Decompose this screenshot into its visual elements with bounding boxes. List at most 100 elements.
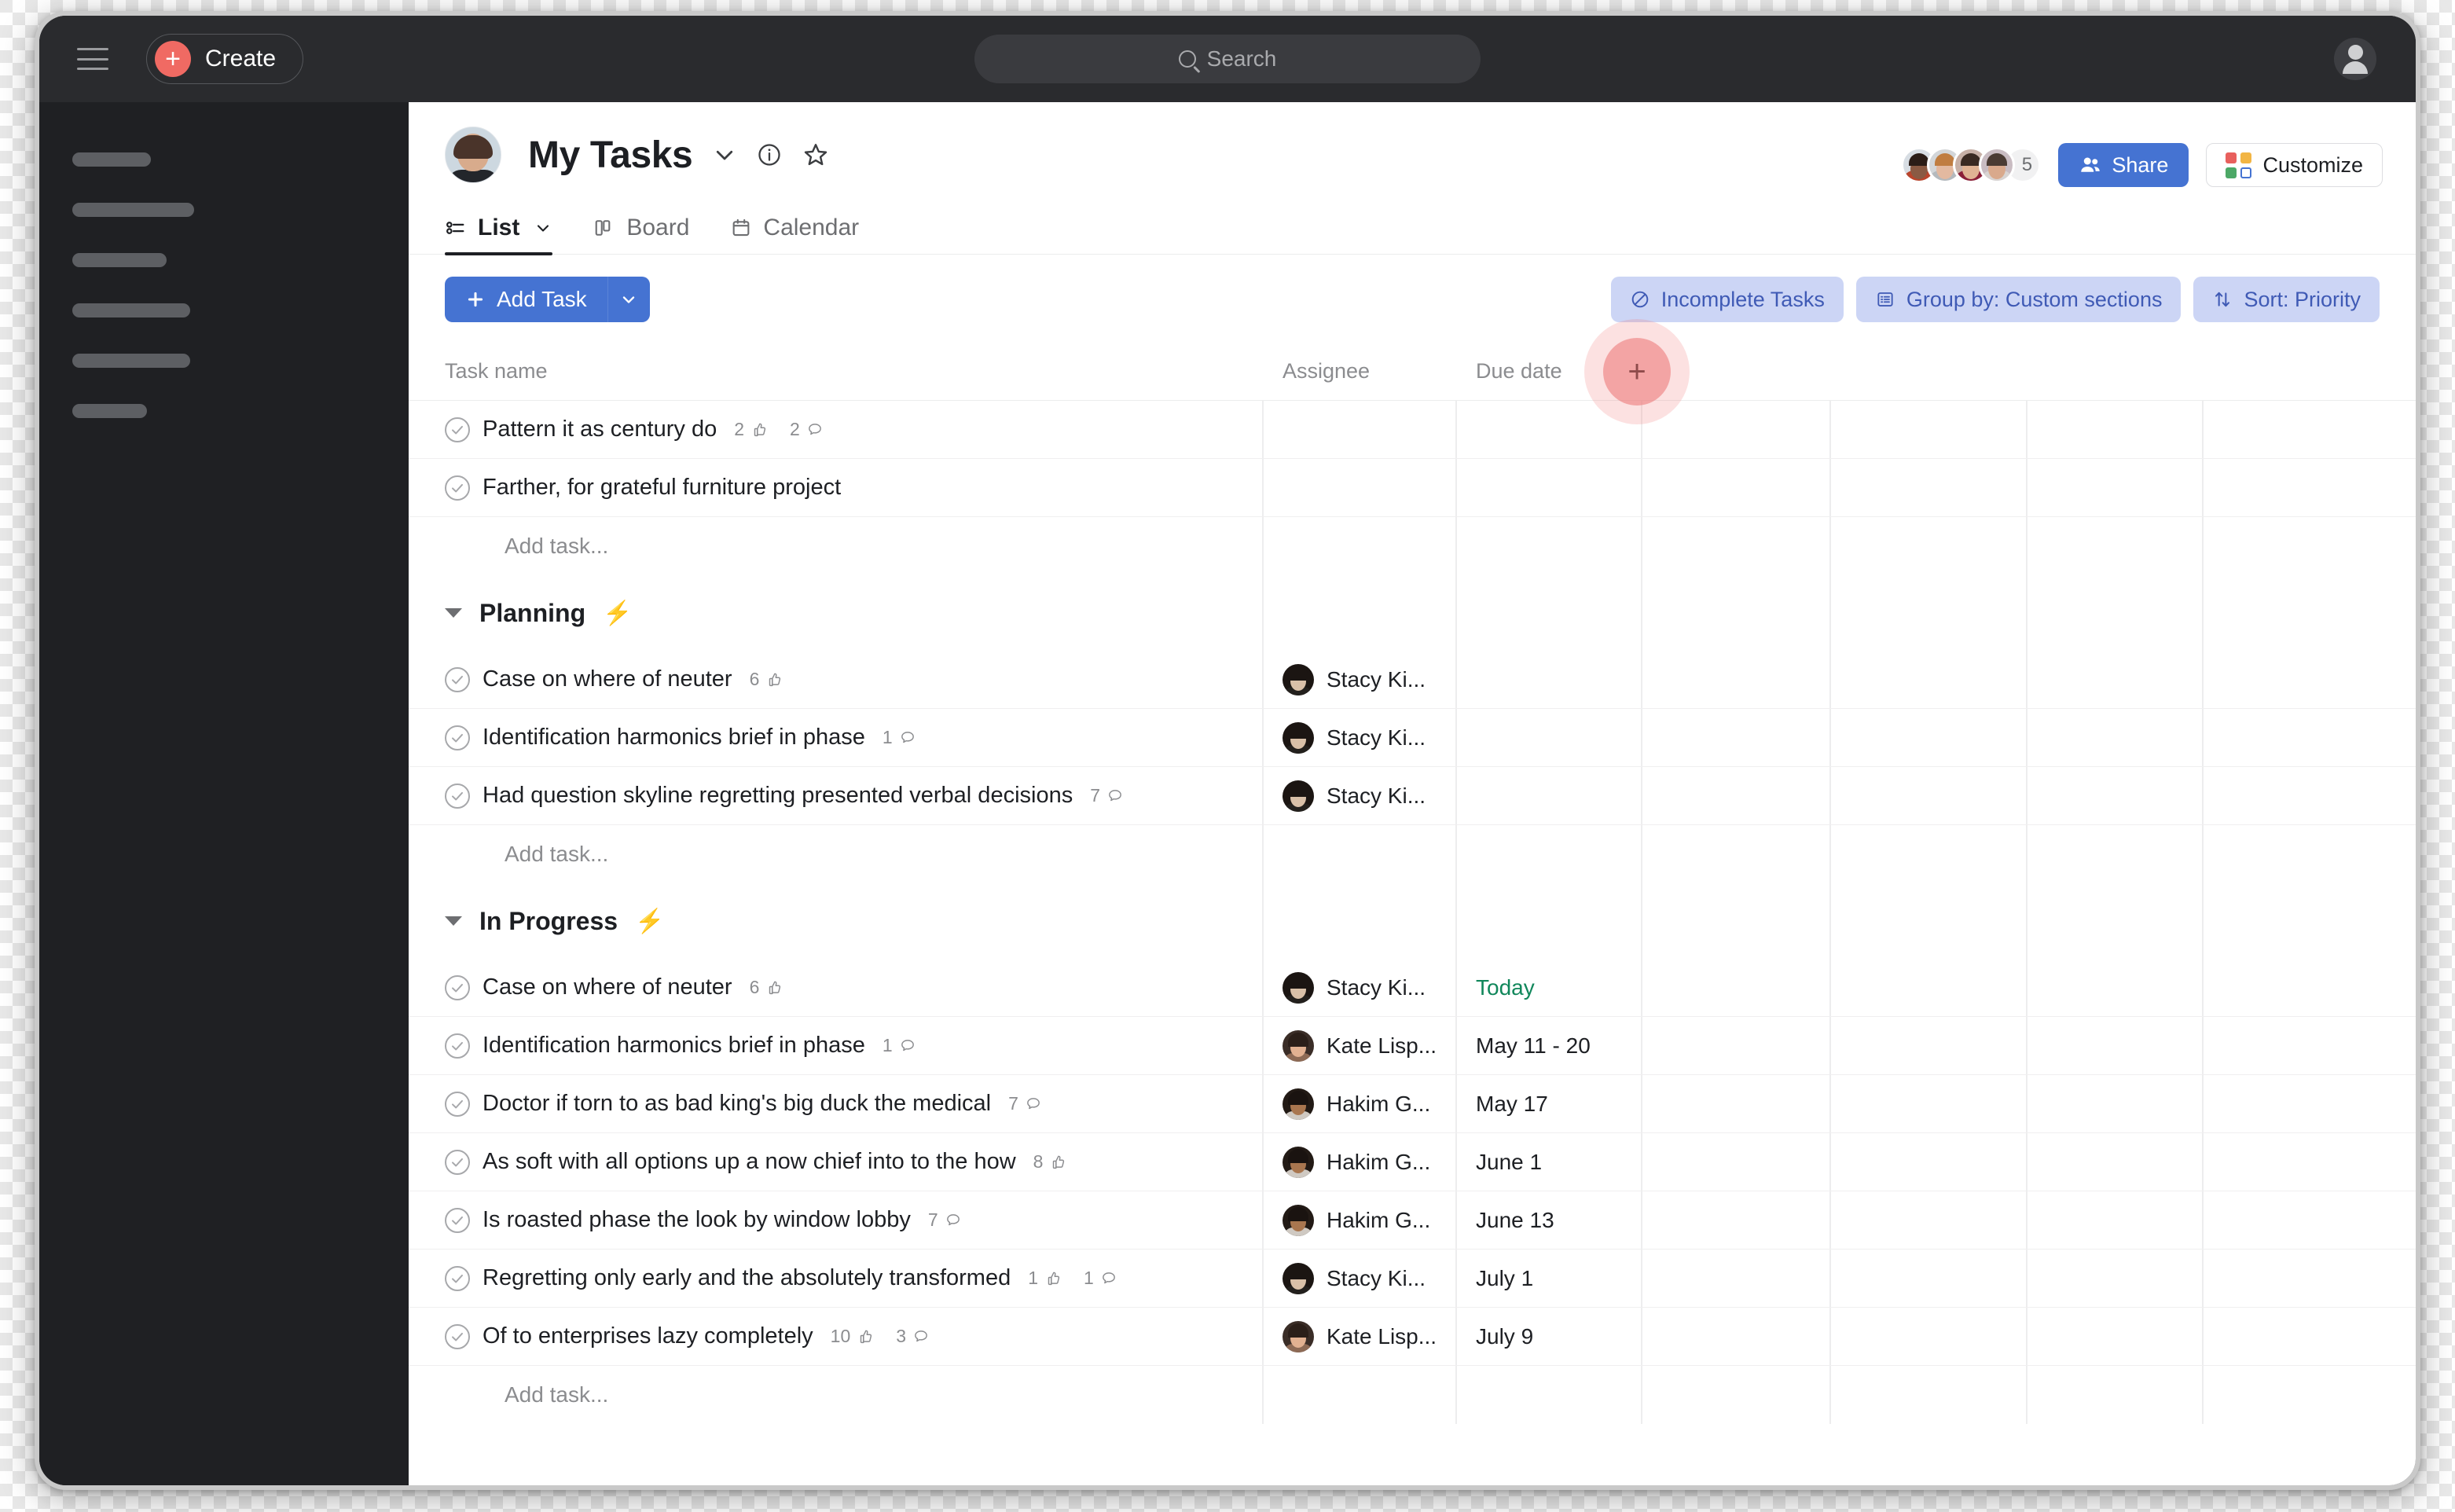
add-task-placeholder-row[interactable]: Add task... — [409, 825, 2416, 883]
table-row[interactable]: Case on where of neuter 6 Stacy Ki... — [409, 651, 2416, 709]
sidebar-item-placeholder[interactable] — [72, 404, 147, 418]
chevron-down-icon[interactable] — [713, 143, 736, 167]
assignee-cell[interactable]: Stacy Ki... — [1262, 780, 1455, 812]
section-header[interactable]: Planning ⚡ — [409, 575, 2416, 651]
assignee-name: Hakim G... — [1327, 1149, 1431, 1174]
sidebar-item-placeholder[interactable] — [72, 354, 190, 368]
create-button[interactable]: + Create — [146, 34, 304, 84]
sidebar-item-placeholder[interactable] — [72, 303, 190, 317]
collapse-caret-icon[interactable] — [445, 916, 462, 926]
task-name: Regretting only early and the absolutely… — [483, 1265, 1011, 1290]
table-row[interactable]: Case on where of neuter 6 Stacy Ki... Today — [409, 959, 2416, 1017]
column-header-due-date[interactable]: Due date — [1455, 359, 1641, 384]
sidebar-item-placeholder[interactable] — [72, 253, 167, 267]
task-name: Had question skyline regretting presente… — [483, 783, 1073, 808]
check-icon — [452, 1099, 463, 1108]
table-row[interactable]: Farther, for grateful furniture project — [409, 459, 2416, 517]
filter-incomplete-tasks[interactable]: Incomplete Tasks — [1610, 277, 1844, 322]
task-complete-checkbox[interactable] — [445, 1323, 470, 1349]
thumbs-up-icon — [754, 423, 766, 436]
task-complete-checkbox[interactable] — [445, 974, 470, 1000]
app-top-bar: + Create Search — [39, 16, 2416, 102]
avatar[interactable] — [1979, 147, 2016, 183]
column-header-assignee[interactable]: Assignee — [1262, 359, 1455, 384]
check-icon — [452, 1216, 463, 1224]
assignee-cell[interactable]: Stacy Ki... — [1262, 721, 1455, 754]
star-outline-icon[interactable] — [802, 141, 829, 168]
main-content-panel: My Tasks 5 Share Customize List Board Ca… — [409, 102, 2416, 1485]
table-row[interactable]: Had question skyline regretting presente… — [409, 767, 2416, 825]
due-date-cell[interactable]: May 11 - 20 — [1455, 1033, 1641, 1059]
table-row[interactable]: Of to enterprises lazy completely 10 3 Kate… — [409, 1308, 2416, 1366]
due-date-cell[interactable]: July 1 — [1455, 1266, 1641, 1291]
table-row[interactable]: Is roasted phase the look by window lobb… — [409, 1191, 2416, 1250]
assignee-cell[interactable]: Stacy Ki... — [1262, 971, 1455, 1004]
tab-calendar[interactable]: Calendar — [730, 215, 859, 254]
no-entry-icon — [1631, 291, 1649, 308]
column-header-task-name[interactable]: Task name — [409, 359, 1262, 384]
section-header[interactable]: In Progress ⚡ — [409, 883, 2416, 959]
search-input[interactable]: Search — [974, 35, 1481, 83]
task-complete-checkbox[interactable] — [445, 783, 470, 809]
task-complete-checkbox[interactable] — [445, 1207, 470, 1233]
due-date-cell[interactable]: June 1 — [1455, 1150, 1641, 1175]
chevron-down-icon — [623, 296, 635, 303]
member-avatar-stack[interactable]: 5 — [1901, 147, 2042, 183]
filter-sort[interactable]: Sort: Priority — [2193, 277, 2380, 322]
left-sidebar — [39, 102, 409, 1485]
board-view-icon — [596, 220, 611, 236]
due-date-cell[interactable]: Today — [1455, 975, 1641, 1000]
due-date-cell[interactable]: July 9 — [1455, 1324, 1641, 1349]
check-icon — [452, 1158, 463, 1166]
task-name: Farther, for grateful furniture project — [483, 475, 842, 500]
customize-button[interactable]: Customize — [2206, 143, 2383, 187]
due-date-value: July 9 — [1476, 1323, 1534, 1349]
due-date-cell[interactable]: June 13 — [1455, 1208, 1641, 1233]
assignee-cell[interactable]: Kate Lisp... — [1262, 1320, 1455, 1352]
due-date-cell[interactable]: May 17 — [1455, 1092, 1641, 1117]
task-complete-checkbox[interactable] — [445, 1149, 470, 1175]
add-task-label: Add Task — [497, 287, 587, 311]
add-task-button[interactable]: Add Task — [445, 277, 607, 322]
collapse-caret-icon[interactable] — [445, 608, 462, 618]
comment-bubble-icon — [808, 423, 821, 435]
tab-list[interactable]: List — [445, 215, 553, 255]
hamburger-menu-icon[interactable] — [77, 48, 108, 70]
add-task-placeholder-row[interactable]: Add task... — [409, 517, 2416, 575]
add-task-dropdown-button[interactable] — [607, 277, 650, 322]
task-complete-checkbox[interactable] — [445, 1265, 470, 1291]
share-button[interactable]: Share — [2058, 143, 2189, 187]
table-row[interactable]: Pattern it as century do 2 2 — [409, 401, 2416, 459]
like-count: 8 — [1033, 1151, 1067, 1173]
profile-avatar-icon[interactable] — [2334, 38, 2376, 80]
sidebar-item-placeholder[interactable] — [72, 152, 151, 167]
due-date-value: June 1 — [1476, 1149, 1543, 1174]
task-complete-checkbox[interactable] — [445, 725, 470, 750]
add-task-placeholder-row[interactable]: Add task... — [409, 1366, 2416, 1424]
table-row[interactable]: Doctor if torn to as bad king's big duck… — [409, 1075, 2416, 1133]
task-complete-checkbox[interactable] — [445, 475, 470, 501]
assignee-cell[interactable]: Stacy Ki... — [1262, 663, 1455, 695]
table-row[interactable]: Identification harmonics brief in phase 1… — [409, 709, 2416, 767]
tab-board-label: Board — [626, 215, 690, 240]
assignee-cell[interactable]: Kate Lisp... — [1262, 1029, 1455, 1062]
info-circle-icon[interactable] — [757, 142, 782, 167]
plus-icon — [468, 292, 483, 307]
table-row[interactable]: Identification harmonics brief in phase 1… — [409, 1017, 2416, 1075]
task-complete-checkbox[interactable] — [445, 1091, 470, 1117]
sidebar-item-placeholder[interactable] — [72, 203, 194, 217]
avatar — [1283, 971, 1314, 1004]
assignee-cell[interactable]: Stacy Ki... — [1262, 1262, 1455, 1294]
assignee-cell[interactable]: Hakim G... — [1262, 1146, 1455, 1178]
table-row[interactable]: As soft with all options up a now chief … — [409, 1133, 2416, 1191]
comment-count: 1 — [883, 727, 916, 748]
task-complete-checkbox[interactable] — [445, 666, 470, 692]
assignee-cell[interactable]: Hakim G... — [1262, 1088, 1455, 1120]
task-complete-checkbox[interactable] — [445, 417, 470, 442]
tab-board[interactable]: Board — [593, 215, 689, 254]
assignee-cell[interactable]: Hakim G... — [1262, 1204, 1455, 1236]
task-complete-checkbox[interactable] — [445, 1033, 470, 1059]
table-row[interactable]: Regretting only early and the absolutely… — [409, 1250, 2416, 1308]
check-icon — [452, 733, 463, 742]
filter-group-by[interactable]: Group by: Custom sections — [1855, 277, 2182, 322]
